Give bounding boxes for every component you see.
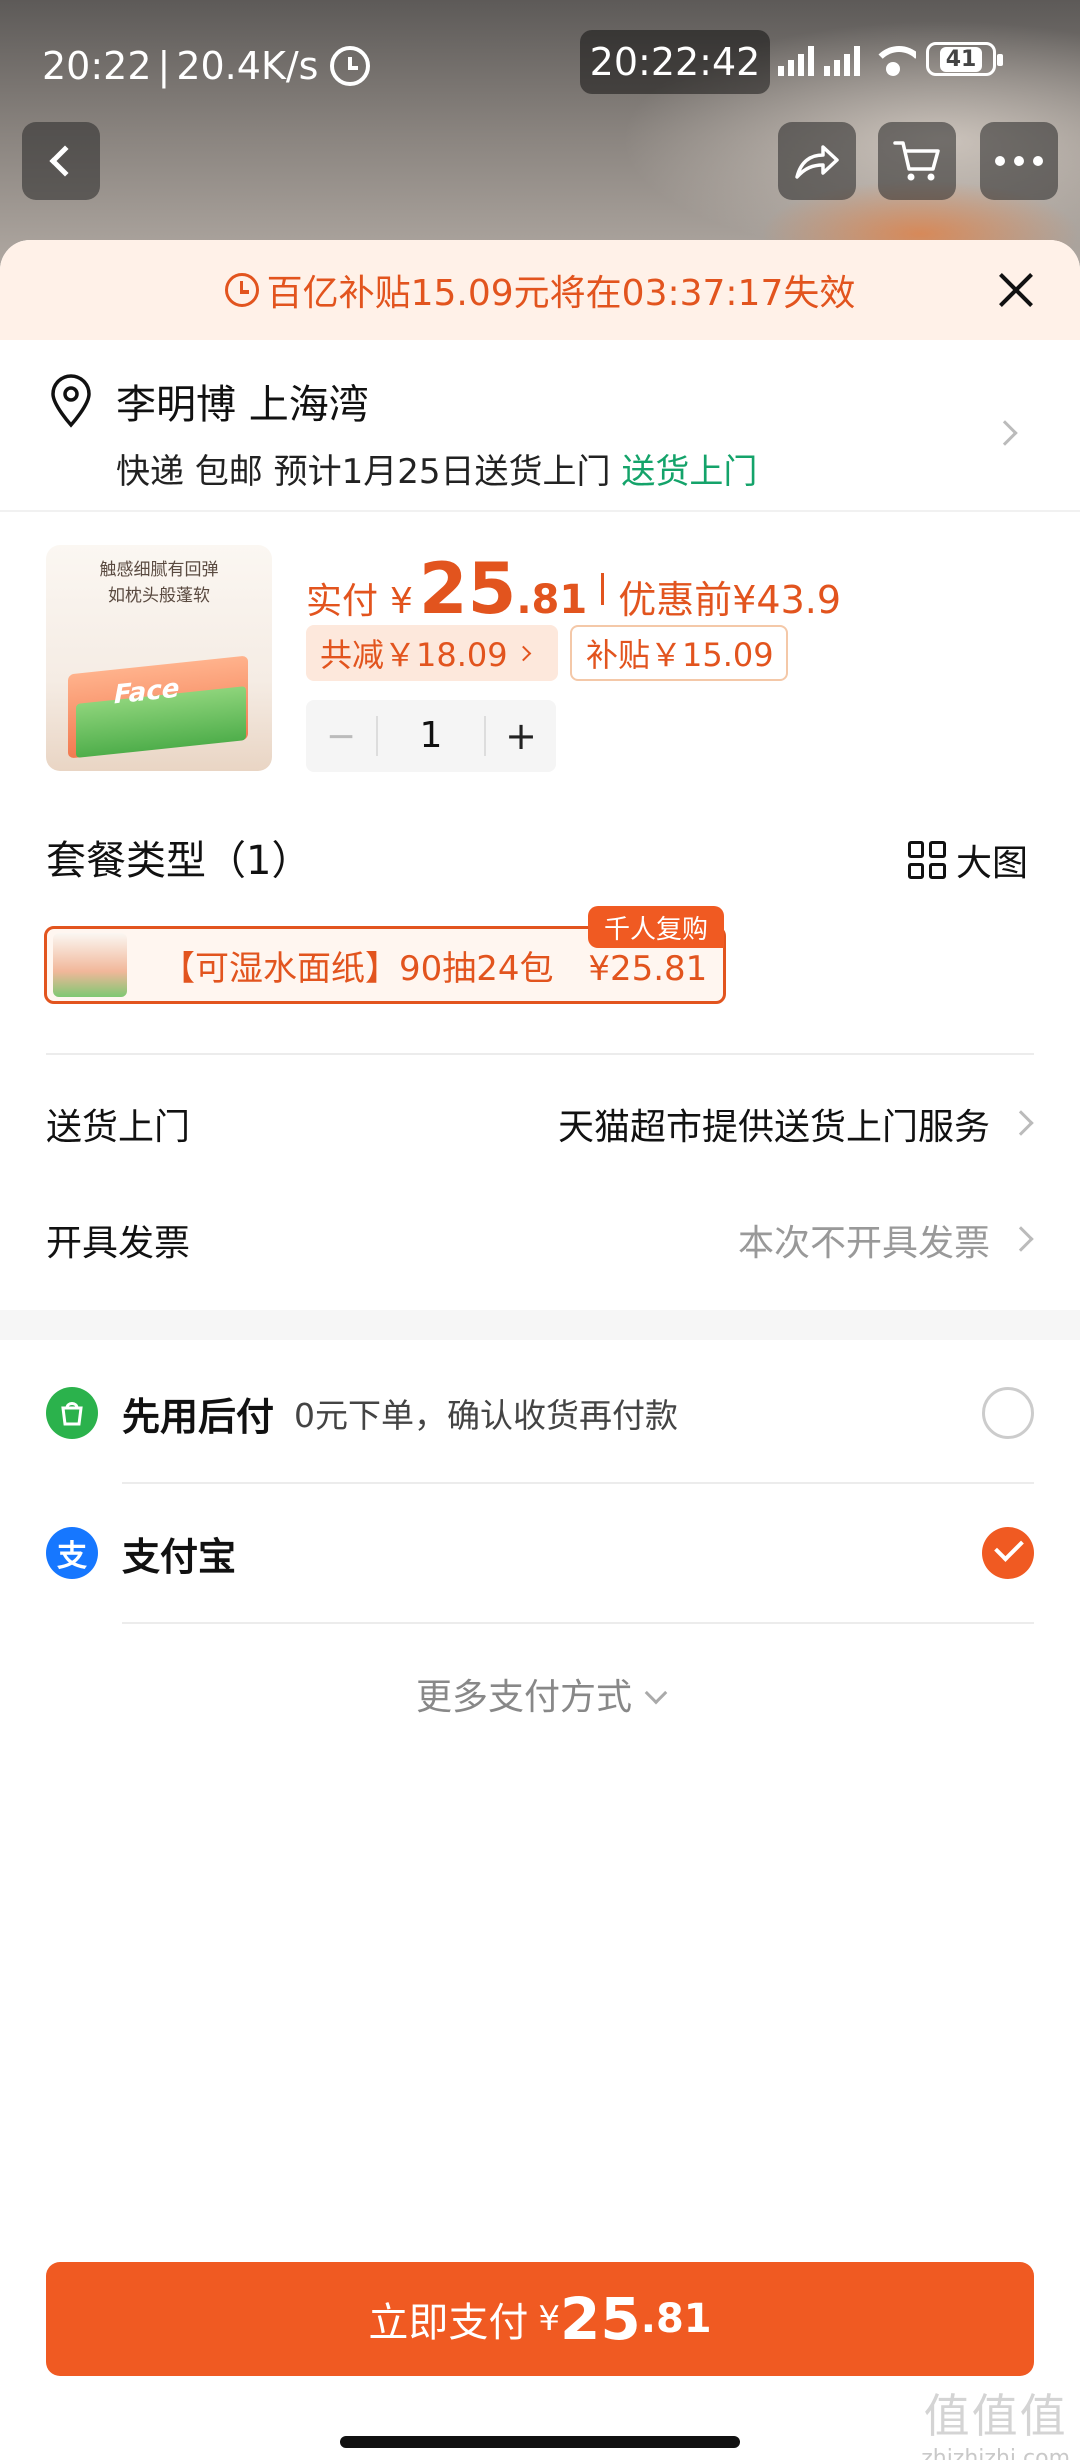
price-row: 实付 ¥ 25 .81 优惠前 ¥43.9	[306, 548, 842, 630]
delivery-row-label: 送货上门	[46, 1107, 191, 1148]
net-speed: 20.4K/s	[176, 44, 319, 88]
quantity-stepper[interactable]: − 1 +	[306, 700, 556, 772]
grid-icon	[907, 841, 946, 879]
repurchase-badge: 千人复购	[588, 906, 724, 948]
price-integer: 25	[418, 548, 517, 630]
status-left: 20:22 | 20.4K/s	[42, 44, 371, 88]
more-icon	[995, 156, 1043, 166]
location-pin-icon	[51, 374, 91, 428]
clock-icon	[224, 273, 259, 307]
pay-now-button[interactable]: 立即支付 ¥ 25 .81	[46, 2262, 1034, 2376]
divider	[122, 1482, 1034, 1484]
pay-later-icon	[46, 1387, 98, 1439]
promo-text: 百亿补贴15.09元将在03:37:17失效	[266, 273, 856, 314]
subsidy-tag: 补贴￥15.09	[570, 625, 788, 681]
more-button[interactable]	[980, 122, 1058, 200]
cart-button[interactable]	[878, 122, 956, 200]
section-gap	[0, 1310, 1080, 1340]
package-thumbnail	[53, 933, 127, 997]
share-button[interactable]	[778, 122, 856, 200]
cart-icon	[893, 141, 940, 181]
package-option-name: 【可湿水面纸】90抽24包	[161, 948, 554, 989]
decrease-button[interactable]: −	[306, 716, 376, 757]
quantity-value[interactable]: 1	[376, 716, 486, 756]
alipay-icon: 支	[46, 1527, 98, 1579]
total-reduce-tag[interactable]: 共减￥18.09	[306, 625, 558, 681]
before-price: ¥43.9	[732, 578, 842, 622]
pay-later-desc: 0元下单，确认收货再付款	[294, 1396, 679, 1435]
package-option-price: ¥25.81	[588, 948, 708, 989]
delivery-row[interactable]: 送货上门 天猫超市提供送货上门服务	[46, 1084, 1034, 1164]
more-payment-methods[interactable]: 更多支付方式	[0, 1668, 1080, 1720]
invoice-row[interactable]: 开具发票 本次不开具发票	[46, 1200, 1034, 1280]
share-icon	[795, 145, 839, 179]
back-icon	[49, 145, 81, 177]
status-time: 20:22	[42, 44, 152, 88]
alipay-option[interactable]: 支 支付宝	[46, 1508, 1034, 1598]
delivery-row-value: 天猫超市提供送货上门服务	[557, 1107, 990, 1148]
divider	[46, 1053, 1034, 1055]
invoice-row-label: 开具发票	[46, 1223, 191, 1264]
signal-icon	[824, 42, 860, 76]
status-right: 41	[778, 42, 1003, 76]
battery-icon: 41	[926, 42, 1003, 76]
watermark: 值值值 zhizhizhi.com	[921, 2389, 1070, 2460]
wifi-icon	[870, 42, 916, 76]
alipay-name: 支付宝	[122, 1534, 237, 1579]
chevron-right-icon	[1008, 1110, 1034, 1136]
price-decimal: .81	[516, 577, 588, 623]
delivery-info: 快递 包邮 预计1月25日送货上门 送货上门	[116, 452, 758, 492]
close-icon[interactable]	[996, 270, 1036, 310]
alarm-icon	[330, 46, 371, 86]
divider	[122, 1622, 1034, 1624]
chevron-right-icon	[1008, 1226, 1034, 1252]
alipay-radio-checked[interactable]	[982, 1527, 1034, 1579]
signal-icon	[778, 42, 814, 76]
pay-later-option[interactable]: 先用后付 0元下单，确认收货再付款	[46, 1368, 1034, 1458]
clock-pill: 20:22:42	[580, 30, 770, 94]
pay-later-radio[interactable]	[982, 1387, 1034, 1439]
status-bar: 20:22 | 20.4K/s 20:22:42 41	[0, 0, 1080, 130]
address-name: 李明博 上海湾	[116, 382, 369, 428]
invoice-row-value: 本次不开具发票	[737, 1223, 990, 1264]
product-image[interactable]: 触感细腻有回弹 如枕头般蓬软 Face	[46, 545, 272, 771]
delivery-highlight: 送货上门	[621, 452, 758, 492]
home-indicator[interactable]	[340, 2436, 740, 2448]
before-label: 优惠前	[618, 578, 733, 622]
pay-later-name: 先用后付	[122, 1394, 275, 1439]
chevron-down-icon	[644, 1681, 668, 1705]
increase-button[interactable]: +	[486, 714, 556, 758]
big-image-toggle[interactable]: 大图	[907, 834, 1028, 886]
chevron-right-icon	[515, 645, 531, 661]
back-button[interactable]	[22, 122, 100, 200]
package-title: 套餐类型（1）	[46, 838, 312, 884]
promo-banner: 百亿补贴15.09元将在03:37:17失效	[0, 240, 1080, 340]
paid-label: 实付	[306, 581, 379, 622]
